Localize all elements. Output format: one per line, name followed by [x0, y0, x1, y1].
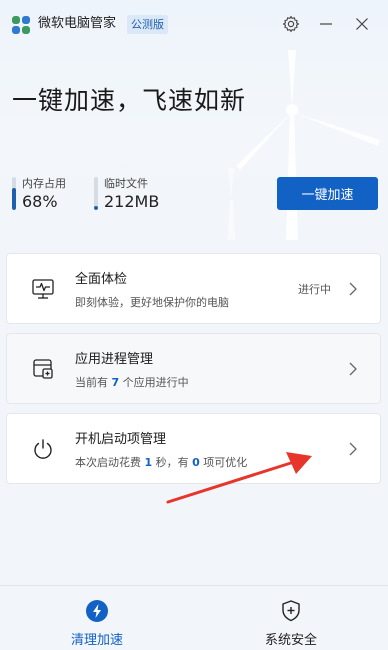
minimize-button[interactable] [316, 14, 336, 34]
nav-system-security[interactable]: 系统安全 [194, 586, 388, 650]
nav-label: 系统安全 [264, 633, 317, 648]
power-icon [34, 439, 52, 459]
running-app-count: 7 [111, 376, 120, 389]
chevron-right-icon [349, 282, 357, 296]
startup-seconds: 1 [144, 456, 153, 469]
one-click-boost-button[interactable]: 一键加速 [277, 177, 378, 210]
close-button[interactable] [352, 14, 372, 34]
nav-label: 清理加速 [70, 633, 123, 648]
app-title: 微软电脑管家 [38, 16, 117, 31]
full-checkup-card[interactable]: 全面体检 即刻体验，更好地保护你的电脑 进行中 [6, 253, 381, 324]
temp-files-label: 临时文件 [104, 177, 148, 190]
app-logo-icon [12, 16, 30, 34]
app-process-card[interactable]: 应用进程管理 当前有 7 个应用进行中 [6, 333, 381, 404]
card-title: 全面体检 [75, 272, 128, 287]
title-bar: 微软电脑管家 公测版 [0, 0, 388, 48]
lightning-icon [86, 600, 108, 622]
shield-plus-icon [282, 600, 300, 622]
monitor-pulse-icon [32, 279, 54, 299]
card-title: 应用进程管理 [75, 352, 154, 367]
chevron-right-icon [349, 442, 357, 456]
app-window-icon [33, 359, 53, 379]
memory-usage-value: 68% [22, 192, 58, 211]
annotation-arrow [166, 452, 312, 504]
wind-turbine-illustration [228, 50, 380, 240]
nav-clean-boost[interactable]: 清理加速 [0, 586, 194, 650]
card-description: 即刻体验，更好地保护你的电脑 [75, 296, 229, 309]
memory-usage-label: 内存占用 [22, 177, 66, 190]
chevron-right-icon [349, 362, 357, 376]
card-description: 当前有 7 个应用进行中 [75, 376, 189, 389]
memory-usage-bar [12, 177, 16, 210]
temp-files-value: 212MB [104, 192, 160, 211]
gear-icon [282, 15, 300, 33]
close-icon [356, 18, 368, 30]
card-title: 开机启动项管理 [75, 432, 167, 447]
settings-button[interactable] [281, 14, 301, 34]
status-text: 进行中 [298, 283, 331, 296]
beta-badge: 公测版 [127, 15, 168, 34]
minimize-icon [320, 23, 332, 25]
bottom-navigation: 清理加速 系统安全 [0, 585, 388, 650]
temp-files-bar [94, 177, 98, 210]
hero-headline: 一键加速，飞速如新 [12, 86, 247, 115]
